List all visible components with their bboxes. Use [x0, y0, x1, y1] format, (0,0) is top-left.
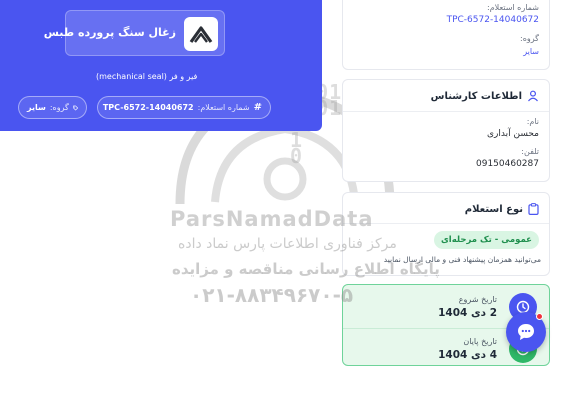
company-logo: [184, 17, 218, 51]
group-link[interactable]: سایر: [523, 47, 539, 56]
watermark-phone: ۰۲۱-۸۸۳۴۹۶۷۰-۵: [190, 283, 354, 307]
inquiry-header: زغال سنگ پرورده طبس فیر و فر (mechanical…: [0, 0, 322, 131]
group-label: گروه:: [49, 103, 69, 112]
chat-icon: [518, 324, 534, 340]
inquiry-type-description: می‌توانید همزمان پیشنهاد فنی و مالی ارسا…: [383, 255, 541, 264]
company-logo-icon: [189, 26, 213, 43]
expert-name-label: نام:: [526, 117, 539, 126]
item-title: فیر و فر (mechanical seal): [96, 72, 198, 81]
group-label: گروه:: [520, 34, 539, 43]
company-name: زغال سنگ پرورده طبس: [43, 26, 176, 39]
divider: [343, 111, 549, 112]
expert-card-title: اطلاعات کارشناس: [430, 90, 522, 102]
inquiry-number-link[interactable]: TPC-6572-14040672: [447, 15, 539, 25]
company-card[interactable]: زغال سنگ پرورده طبس: [44, 10, 225, 56]
inquiry-type-badge: عمومی - تک مرحله‌ای: [433, 231, 539, 249]
start-date-label: تاریخ شروع: [458, 295, 497, 304]
start-date-value: 2 دی 1404: [438, 307, 497, 319]
tag-icon: [73, 105, 78, 111]
end-date-label: تاریخ پایان: [463, 337, 497, 346]
expert-info-card: اطلاعات کارشناس نام: محسن آبداری تلفن: 0…: [342, 79, 550, 182]
group-pill: گروه: سایر: [18, 96, 87, 119]
inquiry-number-pill: # شماره استعلام: TPC-6572-14040672: [97, 96, 271, 119]
hash-icon: #: [253, 102, 262, 113]
expert-phone-value[interactable]: 09150460287: [476, 159, 539, 169]
divider: [343, 223, 549, 224]
user-icon: [528, 90, 538, 102]
inquiry-type-header: نوع استعلام: [465, 203, 539, 215]
expert-card-header: اطلاعات کارشناس: [431, 90, 539, 102]
inquiry-info-card: شماره استعلام: TPC-6572-14040672 گروه: س…: [342, 0, 550, 70]
inquiry-type-title: نوع استعلام: [464, 203, 523, 215]
expert-phone-label: تلفن:: [521, 147, 539, 156]
group-value: سایر: [27, 103, 46, 112]
inquiry-type-card: نوع استعلام عمومی - تک مرحله‌ای می‌توانی…: [342, 192, 550, 276]
expert-name-value: محسن آبداری: [487, 129, 539, 139]
inquiry-number-label: شماره استعلام:: [487, 3, 539, 12]
end-date-value: 4 دی 1404: [438, 349, 497, 361]
inquiry-number-value: TPC-6572-14040672: [102, 103, 194, 112]
clipboard-icon: [528, 203, 539, 215]
inquiry-number-label: شماره استعلام:: [197, 103, 250, 112]
chat-notification-dot: [536, 313, 543, 320]
